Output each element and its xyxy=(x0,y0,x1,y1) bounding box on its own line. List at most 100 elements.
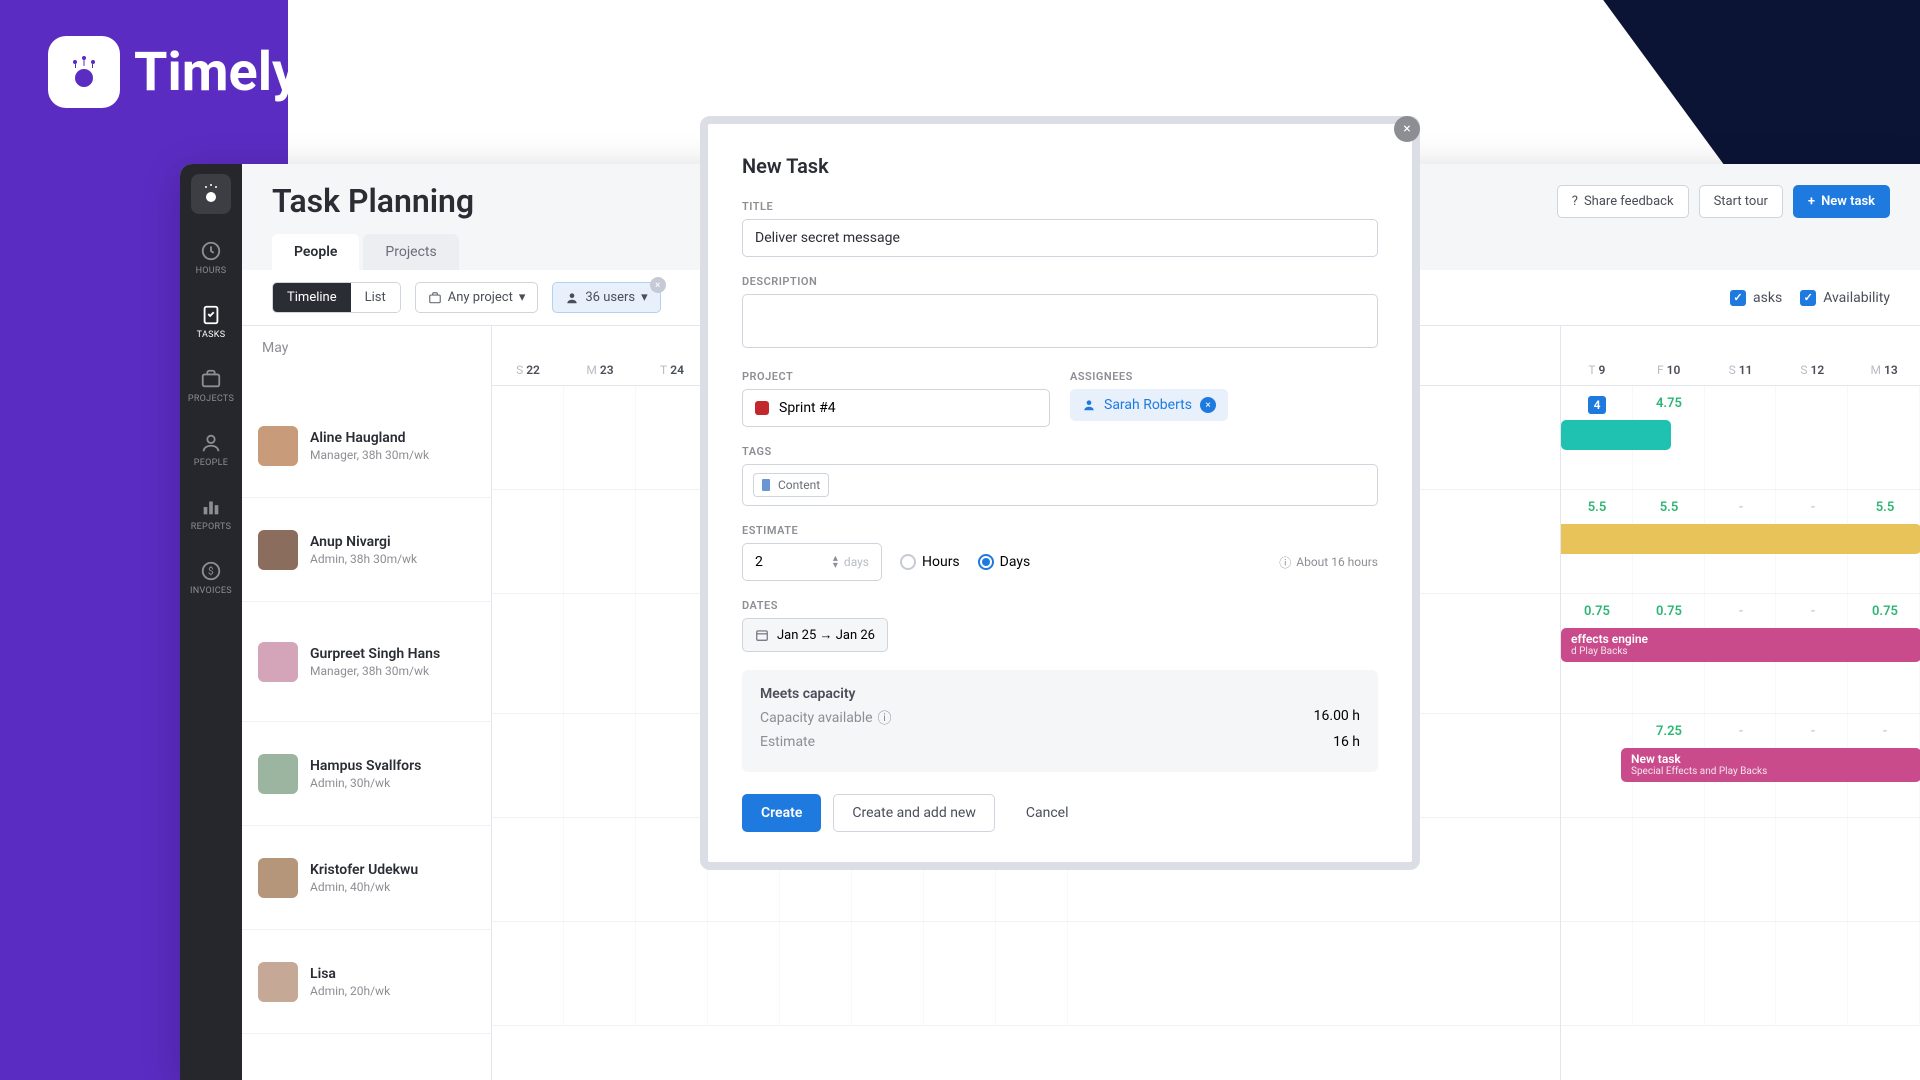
checkbox-tasks[interactable]: asks xyxy=(1730,290,1782,306)
tag-icon xyxy=(762,479,772,491)
stepper-icon[interactable]: ▴▾ xyxy=(833,555,838,569)
chevron-down-icon: ▾ xyxy=(641,290,648,305)
question-icon: ? xyxy=(1572,194,1578,209)
estimate-input[interactable]: 2 ▴▾ days xyxy=(742,543,882,581)
person-name: Aline Haugland xyxy=(310,430,429,446)
person-meta: Admin, 20h/wk xyxy=(310,984,390,998)
person-name: Kristofer Udekwu xyxy=(310,862,418,878)
person-row[interactable]: Lisa Admin, 20h/wk xyxy=(242,930,491,1034)
clock-icon xyxy=(200,240,222,262)
view-list-button[interactable]: List xyxy=(351,283,400,312)
radio-hours[interactable]: Hours xyxy=(900,554,960,570)
person-icon xyxy=(1082,398,1096,412)
description-input[interactable] xyxy=(742,294,1378,348)
tags-input[interactable]: Content xyxy=(742,464,1378,506)
dollar-icon: $ xyxy=(200,560,222,582)
capacity-summary: Meets capacity Capacity available ⓘ 16.0… xyxy=(742,670,1378,772)
page-title: Task Planning xyxy=(272,182,474,220)
checklist-icon xyxy=(200,304,222,326)
checkbox-icon xyxy=(1730,290,1746,306)
nav-logo-icon[interactable] xyxy=(191,174,231,214)
nav-projects[interactable]: PROJECTS xyxy=(180,360,242,412)
task-bar[interactable]: effects engined Play Backs xyxy=(1561,628,1920,662)
radio-icon xyxy=(900,554,916,570)
person-row[interactable]: Hampus Svallfors Admin, 30h/wk xyxy=(242,722,491,826)
share-feedback-button[interactable]: ? Share feedback xyxy=(1557,185,1689,218)
timeline-row xyxy=(1561,922,1920,1026)
date-header: T24 xyxy=(636,363,708,377)
person-row[interactable]: Aline Haugland Manager, 38h 30m/wk xyxy=(242,394,491,498)
avatar xyxy=(258,754,298,794)
create-add-new-button[interactable]: Create and add new xyxy=(833,794,995,832)
person-row[interactable]: Anup Nivargi Admin, 38h 30m/wk xyxy=(242,498,491,602)
avatar xyxy=(258,642,298,682)
checkbox-availability[interactable]: Availability xyxy=(1800,290,1890,306)
modal-heading: New Task xyxy=(742,154,1378,178)
timeline-row: 55.55.5--5.5 xyxy=(1561,490,1920,594)
project-color-icon xyxy=(755,401,769,415)
person-name: Lisa xyxy=(310,966,390,982)
brand-name: Timely xyxy=(134,41,299,104)
briefcase-icon xyxy=(428,291,442,305)
svg-text:$: $ xyxy=(208,565,214,578)
create-button[interactable]: Create xyxy=(742,794,821,832)
timeline-row xyxy=(1561,818,1920,922)
chevron-down-icon: ▾ xyxy=(519,290,526,305)
sidebar-nav: HOURS TASKS PROJECTS PEOPLE REPORTS $ IN… xyxy=(180,164,242,1080)
title-input[interactable] xyxy=(742,219,1378,257)
close-icon[interactable]: × xyxy=(1394,116,1420,142)
info-icon: ⓘ xyxy=(1279,554,1291,571)
nav-tasks[interactable]: TASKS xyxy=(180,296,242,348)
label-title: TITLE xyxy=(742,200,1378,213)
brand-logo: Timely xyxy=(48,36,299,108)
person-row[interactable]: Gurpreet Singh Hans Manager, 38h 30m/wk xyxy=(242,602,491,722)
avatar xyxy=(258,962,298,1002)
filter-users-button[interactable]: 36 users ▾ × xyxy=(552,282,660,313)
nav-invoices[interactable]: $ INVOICES xyxy=(180,552,242,604)
task-bar[interactable]: New taskSpecial Effects and Play Backs xyxy=(1621,748,1920,782)
brand-logo-icon xyxy=(48,36,120,108)
nav-people[interactable]: PEOPLE xyxy=(180,424,242,476)
person-name: Gurpreet Singh Hans xyxy=(310,646,440,662)
view-timeline-button[interactable]: Timeline xyxy=(273,283,351,312)
cancel-button[interactable]: Cancel xyxy=(1007,794,1088,832)
label-tags: TAGS xyxy=(742,445,1378,458)
person-meta: Admin, 30h/wk xyxy=(310,776,421,790)
tag-chip[interactable]: Content xyxy=(753,473,829,497)
filter-project-button[interactable]: Any project ▾ xyxy=(415,282,539,313)
tab-people[interactable]: People xyxy=(272,234,359,270)
label-estimate: ESTIMATE xyxy=(742,524,1378,537)
label-project: PROJECT xyxy=(742,370,1050,383)
person-meta: Admin, 38h 30m/wk xyxy=(310,552,417,566)
person-meta: Admin, 40h/wk xyxy=(310,880,418,894)
date-header: M23 xyxy=(564,363,636,377)
remove-assignee-icon[interactable]: × xyxy=(1200,397,1216,413)
radio-days[interactable]: Days xyxy=(978,554,1031,570)
nav-hours[interactable]: HOURS xyxy=(180,232,242,284)
date-header: T9 xyxy=(1561,363,1633,377)
timeline-row: 44.75 xyxy=(1561,386,1920,490)
person-meta: Manager, 38h 30m/wk xyxy=(310,448,429,462)
start-tour-button[interactable]: Start tour xyxy=(1699,185,1783,218)
tab-projects[interactable]: Projects xyxy=(363,234,458,270)
person-row[interactable]: Kristofer Udekwu Admin, 40h/wk xyxy=(242,826,491,930)
label-assignees: ASSIGNEES xyxy=(1070,370,1378,383)
clear-filter-icon[interactable]: × xyxy=(650,277,666,293)
assignee-chip[interactable]: Sarah Roberts × xyxy=(1070,389,1228,421)
person-name: Hampus Svallfors xyxy=(310,758,421,774)
avatar xyxy=(258,530,298,570)
date-range-picker[interactable]: Jan 25 → Jan 26 xyxy=(742,618,888,652)
date-header: M13 xyxy=(1848,363,1920,377)
label-dates: DATES xyxy=(742,599,1378,612)
estimate-hint: ⓘ About 16 hours xyxy=(1279,554,1378,571)
timeline-row: 50.750.75--0.75effects engined Play Back… xyxy=(1561,594,1920,714)
month-label: May xyxy=(242,326,491,370)
new-task-button[interactable]: + New task xyxy=(1793,185,1890,218)
timeline-row: 7.25---New taskSpecial Effects and Play … xyxy=(1561,714,1920,818)
avatar xyxy=(258,426,298,466)
task-bar[interactable] xyxy=(1561,420,1671,450)
task-bar[interactable] xyxy=(1560,524,1920,554)
nav-reports[interactable]: REPORTS xyxy=(180,488,242,540)
date-header: S12 xyxy=(1776,363,1848,377)
project-select[interactable]: Sprint #4 xyxy=(742,389,1050,427)
